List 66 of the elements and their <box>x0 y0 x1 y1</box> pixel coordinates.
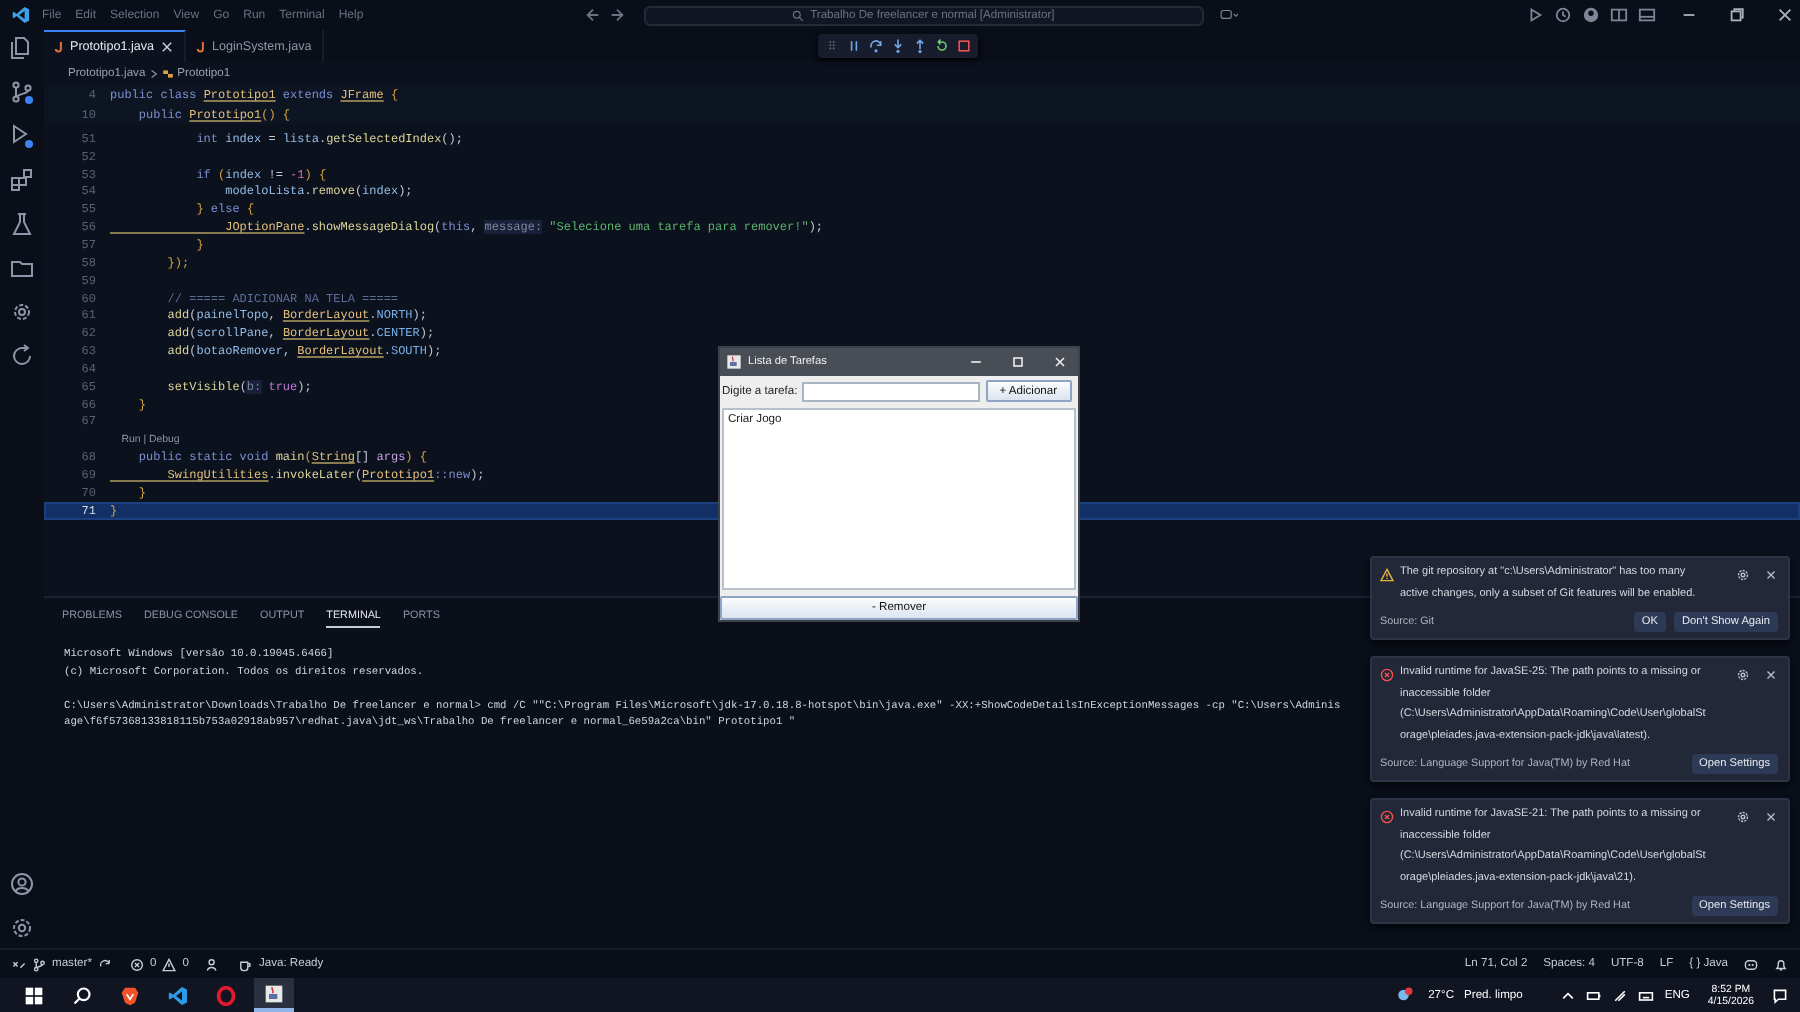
task-input-field[interactable] <box>801 381 980 401</box>
step-into-icon[interactable] <box>890 38 906 54</box>
maximize-icon[interactable] <box>1010 354 1026 370</box>
run-icon[interactable] <box>1526 6 1544 24</box>
remote-icon[interactable] <box>12 957 26 971</box>
close-icon[interactable] <box>160 40 175 54</box>
weather-icon[interactable] <box>1396 986 1415 1004</box>
settings-icon[interactable] <box>1736 668 1750 682</box>
history-icon[interactable] <box>1554 6 1572 24</box>
battery-icon[interactable] <box>1586 987 1603 1003</box>
copilot-icon[interactable] <box>1744 957 1758 971</box>
error-icon <box>1380 810 1394 824</box>
step-out-icon[interactable] <box>912 38 928 54</box>
java-file-icon <box>54 40 64 54</box>
chat-icon[interactable] <box>1219 6 1238 24</box>
java-cup-icon <box>264 983 284 1003</box>
java-file-icon <box>196 39 207 53</box>
forward-arrow-icon[interactable] <box>607 6 626 24</box>
back-arrow-icon[interactable] <box>583 6 602 24</box>
folder-icon[interactable] <box>10 256 34 280</box>
vscode-logo-icon <box>12 6 30 24</box>
close-icon[interactable] <box>1764 668 1778 682</box>
keyboard-icon[interactable] <box>1638 987 1655 1003</box>
run-debug-icon[interactable] <box>10 124 34 148</box>
sync-icon[interactable] <box>97 957 112 971</box>
flask-icon[interactable] <box>10 212 34 236</box>
taskbar-app[interactable] <box>254 978 294 1012</box>
warning-icon <box>1380 568 1394 582</box>
branch-icon <box>32 957 46 971</box>
bell-icon[interactable] <box>1774 957 1788 971</box>
vscode-logo-icon <box>168 985 188 1005</box>
close-icon[interactable] <box>1776 6 1794 24</box>
settings-icon[interactable] <box>1736 568 1750 582</box>
refresh-icon[interactable] <box>10 344 34 368</box>
class-icon <box>161 68 174 80</box>
settings-icon[interactable] <box>1736 810 1750 824</box>
pause-icon[interactable] <box>846 38 862 54</box>
stop-icon[interactable] <box>956 38 972 54</box>
layout-icon[interactable] <box>1610 6 1628 24</box>
account-icon[interactable] <box>1582 6 1600 24</box>
close-icon[interactable] <box>1764 568 1778 582</box>
ring-logo-icon <box>216 985 236 1005</box>
account-icon[interactable] <box>10 872 34 896</box>
person-icon[interactable] <box>206 957 221 971</box>
chevron-icon <box>149 68 158 80</box>
warning-icon <box>162 957 177 971</box>
restore-icon[interactable] <box>1728 6 1746 24</box>
search-icon[interactable] <box>72 985 92 1005</box>
step-over-icon[interactable] <box>868 38 884 54</box>
drag-handle-icon[interactable] <box>824 38 840 54</box>
start-icon[interactable] <box>24 985 44 1005</box>
notification-center-icon[interactable] <box>1772 987 1788 1003</box>
error-icon <box>1380 668 1394 682</box>
panel-layout-icon[interactable] <box>1638 6 1656 24</box>
files-icon[interactable] <box>10 36 34 60</box>
error-icon <box>129 957 144 971</box>
chevron-up-icon[interactable] <box>1560 987 1577 1003</box>
search-icon <box>792 9 805 21</box>
close-icon[interactable] <box>1764 810 1778 824</box>
java-cup-icon <box>726 354 742 370</box>
settings-icon[interactable] <box>10 916 34 940</box>
extensions-icon[interactable] <box>10 168 34 192</box>
gear-icon[interactable] <box>10 300 34 324</box>
cup-icon <box>238 957 253 971</box>
source-control-icon[interactable] <box>10 80 34 104</box>
restart-icon[interactable] <box>934 38 950 54</box>
